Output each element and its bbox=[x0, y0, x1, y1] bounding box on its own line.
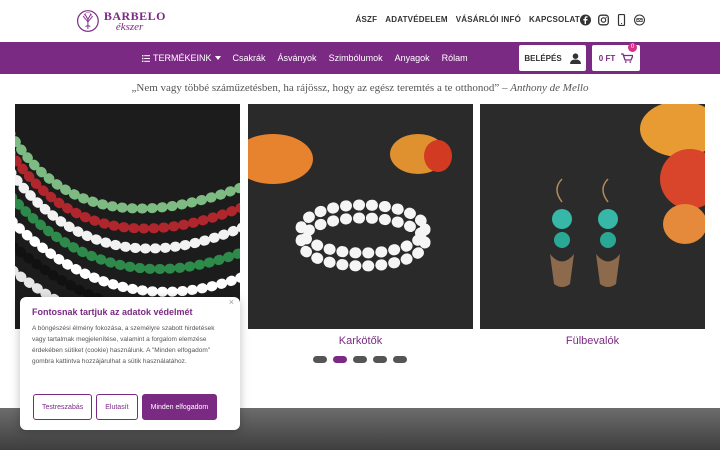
top-link-info[interactable]: VÁSÁRLÓI INFÓ bbox=[456, 15, 521, 24]
carousel-card-earrings[interactable] bbox=[480, 104, 705, 329]
nav-materials[interactable]: Anyagok bbox=[395, 53, 430, 63]
carousel-pagination bbox=[313, 356, 407, 363]
user-icon bbox=[569, 52, 581, 64]
carousel-card-necklaces[interactable] bbox=[15, 104, 240, 329]
top-link-privacy[interactable]: ADATVÉDELEM bbox=[385, 15, 448, 24]
quote-text: „Nem vagy többé száműzetésben, ha rájöss… bbox=[131, 82, 500, 94]
main-nav: TERMÉKEINK Csakrák Ásványok Szimbólumok … bbox=[0, 42, 720, 74]
top-header: BARBELO ékszer ÁSZF ADATVÉDELEM VÁSÁRLÓI… bbox=[0, 0, 720, 42]
brand-name: BARBELO bbox=[103, 8, 166, 23]
nav-products-label: TERMÉKEINK bbox=[153, 53, 212, 63]
accept-all-button[interactable]: Minden elfogadom bbox=[141, 394, 218, 420]
tree-logo-icon bbox=[76, 10, 99, 32]
quote-dash: – bbox=[499, 82, 511, 94]
list-icon bbox=[142, 54, 150, 62]
carousel-caption-2[interactable]: Karkötők bbox=[248, 335, 473, 347]
carousel-dot-4[interactable] bbox=[373, 356, 387, 363]
nav-symbols[interactable]: Szimbólumok bbox=[329, 53, 383, 63]
top-links: ÁSZF ADATVÉDELEM VÁSÁRLÓI INFÓ KAPCSOLAT bbox=[356, 15, 580, 24]
chevron-down-icon bbox=[214, 56, 221, 60]
customize-button[interactable]: Testreszabás bbox=[33, 394, 93, 420]
login-label: BELÉPÉS bbox=[524, 53, 562, 63]
instagram-icon[interactable] bbox=[598, 13, 609, 26]
nav-about[interactable]: Rólam bbox=[442, 53, 468, 63]
carousel-dot-2[interactable] bbox=[333, 356, 347, 363]
carousel-dot-1[interactable] bbox=[313, 356, 327, 363]
mail-icon[interactable] bbox=[633, 13, 646, 26]
social-links bbox=[580, 13, 646, 27]
carousel-caption-3[interactable]: Fülbevalók bbox=[480, 335, 705, 347]
brand-sub: ékszer bbox=[115, 20, 144, 33]
cart-button[interactable]: 0 FT 0 bbox=[592, 43, 640, 71]
carousel-card-bracelets[interactable] bbox=[248, 104, 473, 329]
login-button[interactable]: BELÉPÉS bbox=[519, 45, 586, 71]
cookie-body: A böngészési élmény fokozása, a személyr… bbox=[32, 325, 215, 365]
cart-total: 0 FT bbox=[598, 53, 616, 63]
nav-minerals[interactable]: Ásványok bbox=[278, 53, 317, 63]
bracelet-image bbox=[248, 104, 473, 329]
top-link-aszf[interactable]: ÁSZF bbox=[356, 15, 378, 24]
quote-banner: „Nem vagy többé száműzetésben, ha rájöss… bbox=[0, 82, 720, 94]
phone-icon[interactable] bbox=[616, 13, 627, 27]
top-link-contact[interactable]: KAPCSOLAT bbox=[529, 15, 580, 24]
logo[interactable]: BARBELO ékszer bbox=[76, 6, 166, 36]
reject-button[interactable]: Elutasít bbox=[96, 394, 138, 420]
carousel-dot-3[interactable] bbox=[353, 356, 367, 363]
necklaces-image bbox=[15, 104, 240, 329]
cart-count-badge: 0 bbox=[628, 43, 637, 52]
earrings-image bbox=[480, 104, 705, 329]
quote-author: Anthony de Mello bbox=[510, 82, 589, 94]
cart-icon bbox=[621, 53, 634, 63]
nav-chakras[interactable]: Csakrák bbox=[233, 53, 266, 63]
nav-products[interactable]: TERMÉKEINK bbox=[142, 53, 221, 63]
facebook-icon[interactable] bbox=[580, 13, 591, 26]
cookie-consent-dialog: × Fontosnak tartjuk az adatok védelmét A… bbox=[20, 297, 240, 430]
carousel-dot-5[interactable] bbox=[393, 356, 407, 363]
close-icon[interactable]: × bbox=[229, 297, 234, 307]
cookie-title: Fontosnak tartjuk az adatok védelmét bbox=[32, 307, 193, 317]
